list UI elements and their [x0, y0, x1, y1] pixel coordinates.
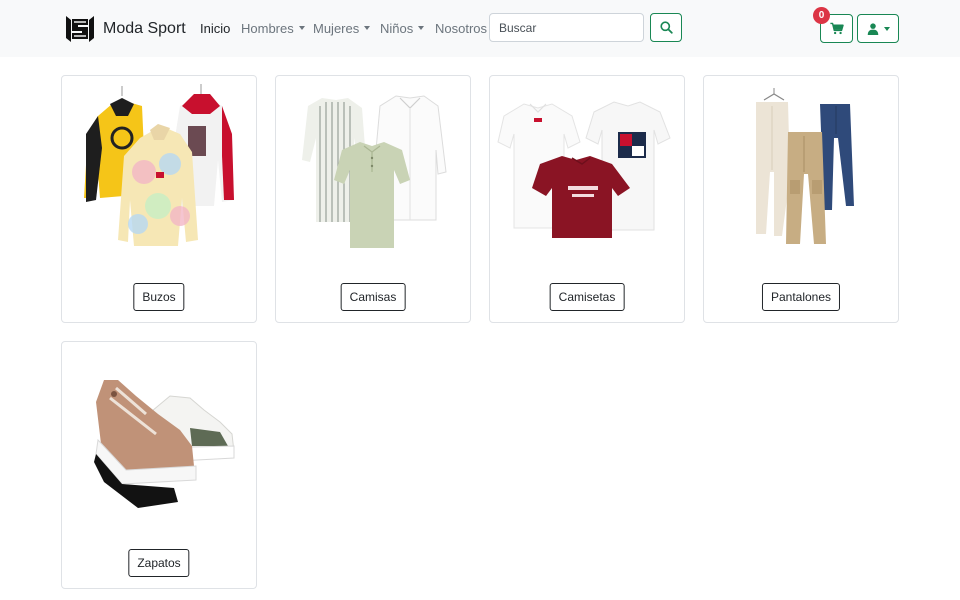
category-card-pantalones[interactable]: Pantalones: [703, 75, 899, 323]
cart-count-badge: 0: [813, 7, 830, 24]
nav-item-label: Mujeres: [313, 21, 360, 36]
category-card-camisas[interactable]: Camisas: [275, 75, 471, 323]
search-icon: [659, 21, 673, 34]
nav-item-nosotros[interactable]: Nosotros: [435, 20, 487, 37]
nav-item-mujeres[interactable]: Mujeres: [313, 20, 371, 37]
caret-down-icon: [364, 26, 371, 30]
nav-item-label: Niños: [380, 21, 414, 36]
category-card-camisetas[interactable]: Camisetas: [489, 75, 685, 323]
t-shirts-image: [497, 101, 671, 238]
nav-item-label: Hombres: [241, 21, 294, 36]
nav-item-hombres[interactable]: Hombres: [241, 20, 305, 37]
category-button-camisetas[interactable]: Camisetas: [549, 283, 625, 311]
search-input[interactable]: [489, 13, 644, 42]
shirts-image: [302, 95, 447, 248]
ms-logo-icon: [66, 15, 94, 42]
nav-item-label: Inicio: [200, 21, 231, 36]
hoodies-image: [84, 84, 234, 246]
category-button-buzos[interactable]: Buzos: [133, 283, 185, 311]
caret-down-icon: [883, 26, 890, 31]
user-menu-button[interactable]: [857, 14, 899, 43]
brand-link[interactable]: Moda Sport: [64, 12, 186, 45]
category-button-camisas[interactable]: Camisas: [340, 283, 406, 311]
navbar: Moda Sport Inicio Hombres Mujeres Niños …: [0, 0, 960, 57]
nav-item-ninos[interactable]: Niños: [380, 20, 425, 37]
search-button[interactable]: [650, 13, 682, 42]
nav-item-label: Nosotros: [435, 21, 488, 36]
cart-icon: [829, 22, 844, 35]
caret-down-icon: [418, 26, 425, 30]
shoes-image: [94, 380, 235, 508]
caret-down-icon: [298, 26, 305, 30]
category-button-zapatos[interactable]: Zapatos: [128, 549, 190, 577]
brand-name: Moda Sport: [103, 19, 186, 37]
pants-image: [756, 88, 854, 244]
user-icon: [867, 22, 878, 35]
nav-item-inicio[interactable]: Inicio: [200, 20, 230, 37]
category-card-buzos[interactable]: Buzos: [61, 75, 257, 323]
category-button-pantalones[interactable]: Pantalones: [761, 283, 841, 311]
category-card-zapatos[interactable]: Zapatos: [61, 341, 257, 589]
